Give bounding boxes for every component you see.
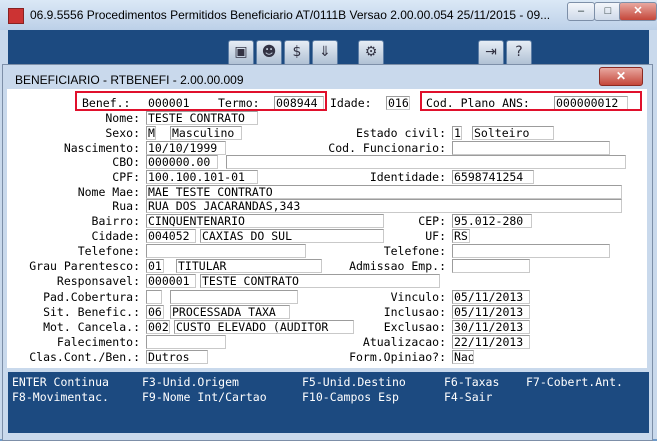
close-window-button[interactable]: ✕: [619, 2, 657, 21]
uf-field[interactable]: RS: [452, 229, 470, 243]
mot-cancela-code-field[interactable]: 002: [146, 320, 170, 334]
idade-field[interactable]: 016: [386, 96, 410, 110]
cod-funcionario-field[interactable]: [452, 141, 610, 155]
atualizacao-label: Atualizacao:: [362, 335, 446, 349]
sit-benefic-label: Sit. Benefic.:: [43, 305, 140, 319]
help-icon[interactable]: ?: [506, 40, 532, 66]
mot-cancela-desc-field[interactable]: CUSTO ELEVADO (AUDITOR: [174, 320, 354, 334]
exit-icon[interactable]: ⇥: [478, 40, 504, 66]
sit-benefic-desc-field[interactable]: PROCESSADA TAXA: [170, 305, 290, 319]
maximize-button[interactable]: □: [594, 2, 622, 21]
bairro-field[interactable]: CINQUENTENARIO: [146, 214, 384, 228]
sexo-code-field[interactable]: M: [146, 126, 156, 140]
cidade-desc-field[interactable]: CAXIAS DO SUL: [200, 229, 384, 243]
rua-field[interactable]: RUA DOS JACARANDAS,343: [146, 199, 622, 213]
estado-civil-desc-field[interactable]: Solteiro: [472, 126, 554, 140]
inclusao-field[interactable]: 05/11/2013: [452, 305, 530, 319]
money-user-icon[interactable]: $: [284, 40, 310, 66]
falecimento-label: Falecimento:: [56, 335, 140, 349]
falecimento-field[interactable]: [146, 335, 226, 349]
briefcase-icon[interactable]: ▣: [228, 40, 254, 66]
fkey-f10[interactable]: F10-Campos Esp: [302, 390, 399, 404]
nome-label: Nome:: [105, 111, 140, 125]
clas-cont-label: Clas.Cont./Ben.:: [29, 350, 140, 364]
pad-cobertura-label: Pad.Cobertura:: [43, 290, 140, 304]
identidade-field[interactable]: 6598741254: [452, 170, 534, 184]
form-opiniao-field[interactable]: Nao: [452, 350, 474, 364]
grau-desc-field[interactable]: TITULAR: [176, 259, 322, 273]
nascimento-label: Nascimento:: [63, 141, 140, 155]
nome-mae-field[interactable]: MAE TESTE CONTRATO: [146, 185, 622, 199]
fkey-f4[interactable]: F4-Sair: [444, 390, 492, 404]
identidade-label: Identidade:: [369, 170, 446, 184]
cpf-field[interactable]: 100.100.101-01: [146, 170, 258, 184]
cbo-desc-field[interactable]: [226, 155, 626, 169]
fkey-f3[interactable]: F3-Unid.Origem: [142, 375, 239, 389]
fkey-f6[interactable]: F6-Taxas: [444, 375, 499, 389]
telefone2-field[interactable]: [452, 244, 610, 258]
sexo-label: Sexo:: [105, 126, 140, 140]
cbo-field[interactable]: 000000.00: [146, 155, 218, 169]
fkey-f5[interactable]: F5-Unid.Destino: [302, 375, 406, 389]
sexo-desc-field[interactable]: Masculino: [170, 126, 242, 140]
nome-field[interactable]: TESTE CONTRATO: [146, 111, 258, 125]
vinculo-label: Vinculo:: [390, 290, 446, 304]
telefone1-field[interactable]: [146, 244, 306, 258]
telefone2-label: Telefone:: [383, 244, 446, 258]
inclusao-label: Inclusao:: [383, 305, 446, 319]
cpf-label: CPF:: [112, 170, 140, 184]
idade-label: Idade:: [330, 96, 372, 110]
sit-benefic-code-field[interactable]: 06: [146, 305, 164, 319]
estado-civil-code-field[interactable]: 1: [452, 126, 462, 140]
cidade-label: Cidade:: [91, 229, 140, 243]
fkey-f9[interactable]: F9-Nome Int/Cartao: [142, 390, 267, 404]
grau-code-field[interactable]: 01: [146, 259, 164, 273]
exclusao-label: Exclusao:: [383, 320, 446, 334]
highlight-box-benef-termo: [75, 91, 327, 111]
cep-label: CEP:: [418, 214, 446, 228]
outer-title-bar[interactable]: 06.9.5556 Procedimentos Permitidos Benef…: [0, 0, 657, 30]
fkey-enter[interactable]: ENTER Continua: [12, 375, 109, 389]
admissao-label: Admissao Emp.:: [349, 259, 446, 273]
cod-funcionario-label: Cod. Funcionario:: [328, 141, 446, 155]
fkey-f8[interactable]: F8-Movimentac.: [12, 390, 109, 404]
dialog-title: BENEFICIARIO - RTBENEFI - 2.00.00.009: [15, 73, 244, 87]
telefone1-label: Telefone:: [77, 244, 140, 258]
nome-mae-label: Nome Mae:: [77, 185, 140, 199]
minimize-button[interactable]: –: [567, 2, 595, 21]
mot-cancela-label: Mot. Cancela.:: [43, 320, 140, 334]
pad-cobertura-desc-field[interactable]: [170, 290, 298, 304]
form-opiniao-label: Form.Opiniao?:: [349, 350, 446, 364]
responsavel-code-field[interactable]: 000001: [146, 274, 196, 288]
cep-field[interactable]: 95.012-280: [452, 214, 532, 228]
cidade-code-field[interactable]: 004052: [146, 229, 196, 243]
nascimento-field[interactable]: 10/10/1999: [146, 141, 226, 155]
responsavel-desc-field[interactable]: TESTE CONTRATO: [200, 274, 440, 288]
estado-civil-label: Estado civil:: [355, 126, 446, 140]
app-icon: [8, 8, 24, 24]
dialog-close-button[interactable]: ✕: [599, 67, 643, 86]
uf-label: UF:: [425, 229, 446, 243]
outer-window-title: 06.9.5556 Procedimentos Permitidos Benef…: [30, 8, 551, 22]
exclusao-field[interactable]: 30/11/2013: [452, 320, 530, 334]
highlight-box-cod-plano: [420, 91, 642, 111]
bairro-label: Bairro:: [91, 214, 140, 228]
cbo-label: CBO:: [112, 155, 140, 169]
admissao-field[interactable]: [452, 259, 530, 273]
grau-parentesco-label: Grau Parentesco:: [29, 259, 140, 273]
clas-cont-field[interactable]: Dutros: [146, 350, 208, 364]
pad-cobertura-code-field[interactable]: [146, 290, 162, 304]
vinculo-field[interactable]: 05/11/2013: [452, 290, 530, 304]
user-group-icon[interactable]: ☻: [256, 40, 282, 66]
atualizacao-field[interactable]: 22/11/2013: [452, 335, 530, 349]
rua-label: Rua:: [112, 199, 140, 213]
download-icon[interactable]: ⇓: [312, 40, 338, 66]
settings-icon[interactable]: ⚙: [358, 40, 384, 66]
fkey-f7[interactable]: F7-Cobert.Ant.: [526, 375, 623, 389]
responsavel-label: Responsavel:: [56, 274, 140, 288]
terminal-bottom-area: [8, 409, 649, 433]
